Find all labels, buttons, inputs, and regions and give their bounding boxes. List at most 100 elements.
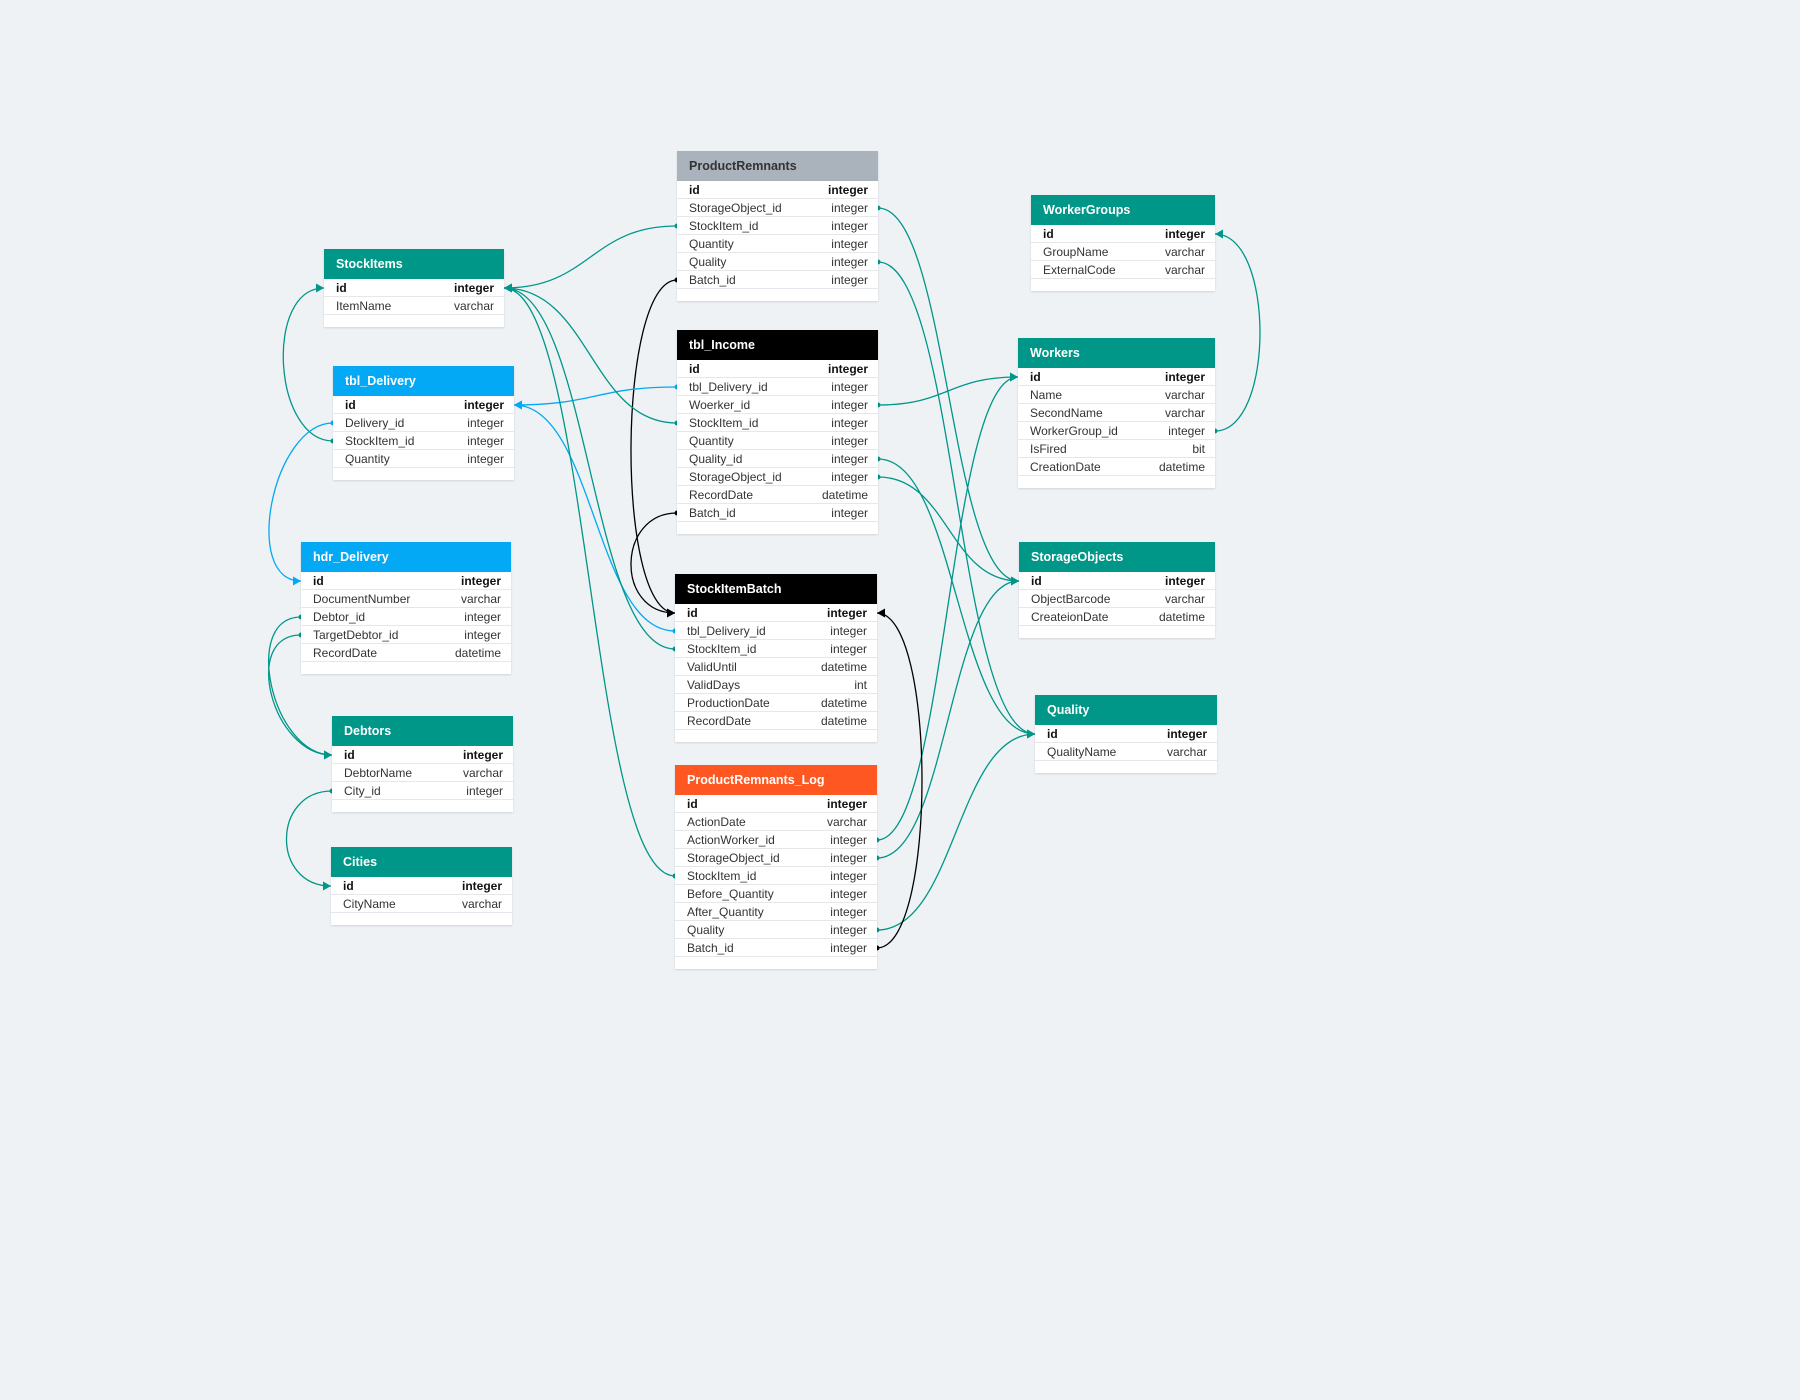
table-title[interactable]: StorageObjects [1019,542,1215,572]
column-row-quality[interactable]: Quality integer [677,253,878,271]
table-title[interactable]: StockItemBatch [675,574,877,604]
column-row-batch-id[interactable]: Batch_id integer [677,271,878,289]
column-row-quantity[interactable]: Quantity integer [677,235,878,253]
column-row-productiondate[interactable]: ProductionDate datetime [675,694,877,712]
relation-productremnants-batch-id-to-stockitembatch-id [630,279,678,614]
column-row-storageobject-id[interactable]: StorageObject_id integer [677,199,878,217]
column-row-batch-id[interactable]: Batch_id integer [677,504,878,522]
column-name: Quality [687,923,725,937]
column-row-debtorname[interactable]: DebtorName varchar [332,764,513,782]
table-title[interactable]: ProductRemnants [677,151,878,181]
column-row-quality[interactable]: Quality integer [675,921,877,939]
column-row-documentnumber[interactable]: DocumentNumber varchar [301,590,511,608]
column-type: integer [461,879,502,893]
column-row-workergroup-id[interactable]: WorkerGroup_id integer [1018,422,1215,440]
column-row-after-quantity[interactable]: After_Quantity integer [675,903,877,921]
table-storageobjects[interactable]: StorageObjects id integer ObjectBarcode varc… [1019,542,1215,638]
column-row-batch-id[interactable]: Batch_id integer [675,939,877,957]
column-row-id[interactable]: id integer [333,396,514,414]
column-row-name[interactable]: Name varchar [1018,386,1215,404]
column-row-validdays[interactable]: ValidDays int [675,676,877,694]
table-quality[interactable]: Quality id integer QualityName varchar [1035,695,1217,773]
column-row-recorddate[interactable]: RecordDate datetime [677,486,878,504]
column-row-debtor-id[interactable]: Debtor_id integer [301,608,511,626]
column-row-id[interactable]: id integer [675,604,877,622]
column-row-tbl-delivery-id[interactable]: tbl_Delivery_id integer [677,378,878,396]
column-row-quantity[interactable]: Quantity integer [333,450,514,468]
column-name: StockItem_id [689,219,759,233]
table-title[interactable]: Debtors [332,716,513,746]
column-row-id[interactable]: id integer [331,877,512,895]
table-debtors[interactable]: Debtors id integer DebtorName varchar City_id… [332,716,513,812]
column-row-storageobject-id[interactable]: StorageObject_id integer [675,849,877,867]
column-row-externalcode[interactable]: ExternalCode varchar [1031,261,1215,279]
column-row-validuntil[interactable]: ValidUntil datetime [675,658,877,676]
table-title[interactable]: StockItems [324,249,504,279]
column-row-id[interactable]: id integer [1019,572,1215,590]
table-title[interactable]: Cities [331,847,512,877]
column-row-before-quantity[interactable]: Before_Quantity integer [675,885,877,903]
column-type: varchar [1164,263,1205,277]
column-row-id[interactable]: id integer [324,279,504,297]
column-row-quantity[interactable]: Quantity integer [677,432,878,450]
column-row-id[interactable]: id integer [675,795,877,813]
column-row-id[interactable]: id integer [677,181,878,199]
column-row-createiondate[interactable]: CreateionDate datetime [1019,608,1215,626]
column-name: CreationDate [1030,460,1101,474]
column-row-stockitem-id[interactable]: StockItem_id integer [333,432,514,450]
column-row-itemname[interactable]: ItemName varchar [324,297,504,315]
column-row-delivery-id[interactable]: Delivery_id integer [333,414,514,432]
column-row-id[interactable]: id integer [1018,368,1215,386]
table-title[interactable]: tbl_Income [677,330,878,360]
table-title[interactable]: WorkerGroups [1031,195,1215,225]
column-row-recorddate[interactable]: RecordDate datetime [301,644,511,662]
column-row-targetdebtor-id[interactable]: TargetDebtor_id integer [301,626,511,644]
column-type: integer [831,506,868,520]
column-row-id[interactable]: id integer [301,572,511,590]
table-workergroups[interactable]: WorkerGroups id integer GroupName varchar Ext… [1031,195,1215,291]
column-row-stockitem-id[interactable]: StockItem_id integer [675,640,877,658]
relation-debtors-city-id-to-cities-id [286,790,333,887]
table-productremnants[interactable]: ProductRemnants id integer StorageObject_id… [677,151,878,301]
column-row-actionworker-id[interactable]: ActionWorker_id integer [675,831,877,849]
column-row-stockitem-id[interactable]: StockItem_id integer [675,867,877,885]
column-type: datetime [820,696,867,710]
column-row-storageobject-id[interactable]: StorageObject_id integer [677,468,878,486]
table-workers[interactable]: Workers id integer Name varchar SecondName var… [1018,338,1215,488]
column-type: varchar [1164,245,1205,259]
table-title[interactable]: tbl_Delivery [333,366,514,396]
column-row-creationdate[interactable]: CreationDate datetime [1018,458,1215,476]
column-row-actiondate[interactable]: ActionDate varchar [675,813,877,831]
column-row-id[interactable]: id integer [1035,725,1217,743]
column-name: City_id [344,784,381,798]
table-tbl-income[interactable]: tbl_Income id integer tbl_Delivery_id intege… [677,330,878,534]
table-title[interactable]: Quality [1035,695,1217,725]
column-row-recorddate[interactable]: RecordDate datetime [675,712,877,730]
column-row-objectbarcode[interactable]: ObjectBarcode varchar [1019,590,1215,608]
column-row-quality-id[interactable]: Quality_id integer [677,450,878,468]
column-row-groupname[interactable]: GroupName varchar [1031,243,1215,261]
column-row-id[interactable]: id integer [332,746,513,764]
column-row-tbl-delivery-id[interactable]: tbl_Delivery_id integer [675,622,877,640]
column-row-city-id[interactable]: City_id integer [332,782,513,800]
table-tbl-delivery[interactable]: tbl_Delivery id integer Delivery_id integer S… [333,366,514,480]
column-row-cityname[interactable]: CityName varchar [331,895,512,913]
table-productremnants-log[interactable]: ProductRemnants_Log id integer ActionDate va… [675,765,877,969]
table-hdr-delivery[interactable]: hdr_Delivery id integer DocumentNumber varch… [301,542,511,674]
table-title[interactable]: Workers [1018,338,1215,368]
column-row-stockitem-id[interactable]: StockItem_id integer [677,217,878,235]
column-row-stockitem-id[interactable]: StockItem_id integer [677,414,878,432]
column-row-qualityname[interactable]: QualityName varchar [1035,743,1217,761]
column-type: varchar [1166,745,1207,759]
table-title[interactable]: hdr_Delivery [301,542,511,572]
column-row-id[interactable]: id integer [677,360,878,378]
table-stockitems[interactable]: StockItems id integer ItemName varchar [324,249,504,327]
column-name: Batch_id [687,941,734,955]
column-row-isfired[interactable]: IsFired bit [1018,440,1215,458]
column-row-woerker-id[interactable]: Woerker_id integer [677,396,878,414]
table-cities[interactable]: Cities id integer CityName varchar [331,847,512,925]
table-title[interactable]: ProductRemnants_Log [675,765,877,795]
column-row-id[interactable]: id integer [1031,225,1215,243]
table-stockitembatch[interactable]: StockItemBatch id integer tbl_Delivery_id in… [675,574,877,742]
column-row-secondname[interactable]: SecondName varchar [1018,404,1215,422]
